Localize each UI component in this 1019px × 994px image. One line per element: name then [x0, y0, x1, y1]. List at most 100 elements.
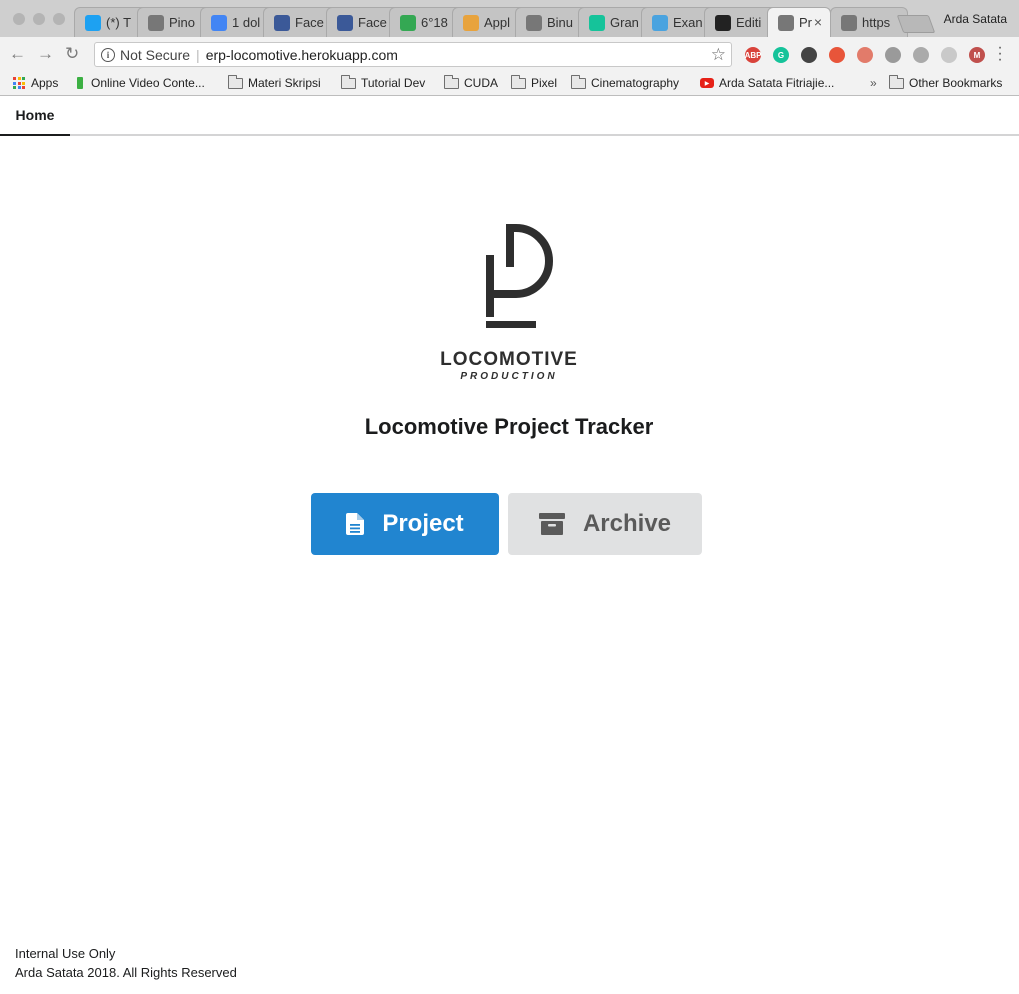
other-bookmarks-label: Other Bookmarks — [909, 76, 1003, 90]
youtube-icon: ▶ — [700, 78, 714, 88]
bookmark-label: Pixel — [531, 76, 558, 90]
tab-title: Pino — [169, 15, 196, 30]
ext-m-icon[interactable]: M — [969, 47, 985, 63]
adblock-icon[interactable]: ABP — [745, 47, 761, 63]
bookmark-item[interactable]: Apps — [13, 76, 58, 90]
top-menu: Home — [0, 96, 1019, 136]
grammarly-icon — [589, 14, 605, 31]
footer-notice: Internal Use Only — [15, 946, 116, 961]
twitter-icon — [85, 14, 101, 31]
tab-title: (*) T — [106, 15, 132, 30]
folder-icon — [443, 74, 459, 89]
other-bookmarks[interactable]: Other Bookmarks — [888, 74, 1003, 90]
bookmark-item[interactable]: CUDA — [443, 74, 499, 90]
back-arrow-icon[interactable]: ← — [9, 45, 26, 63]
ext-ring-icon[interactable] — [857, 47, 873, 63]
bookmark-item[interactable]: Online Video Conte... — [77, 76, 205, 90]
maps-icon — [400, 14, 416, 31]
folder-icon — [340, 74, 356, 89]
browser-tab[interactable]: https — [830, 7, 908, 37]
tab-title: 1 dol — [232, 15, 261, 30]
bookmark-label: Tutorial Dev — [361, 76, 426, 90]
page-icon — [778, 14, 794, 31]
logo-l-stem — [486, 255, 494, 317]
bookmarks-bar: » Other Bookmarks Apps Online Video Conte… — [0, 72, 1019, 96]
folder-icon — [570, 74, 586, 89]
browser-titlebar: (*) T Pino 1 dol Face Face 6°18 Appl Binu Gran Ex… — [0, 0, 1019, 37]
bookmark-item[interactable]: Materi Skripsi — [227, 74, 321, 90]
archive-button-label: Archive — [582, 510, 672, 537]
tab-title: Face — [358, 15, 387, 30]
bookmark-label: Cinematography — [591, 76, 680, 90]
url-text[interactable]: erp-locomotive.herokuapp.com — [206, 47, 398, 63]
ext-gear-icon[interactable] — [941, 47, 957, 63]
folder-icon — [510, 74, 526, 89]
google-icon — [211, 14, 227, 31]
folder-icon — [888, 74, 904, 89]
ext-dark-icon[interactable] — [801, 47, 817, 63]
bookmark-item[interactable]: ▶ Arda Satata Fitriajie... — [700, 76, 834, 90]
tab-title: Appl — [484, 15, 511, 30]
bookmark-item[interactable]: Pixel — [510, 74, 558, 90]
footer-copyright: Arda Satata 2018. All Rights Reserved — [15, 965, 237, 980]
tab-active[interactable]: Pr × — [767, 7, 831, 37]
bookmark-label: CUDA — [464, 76, 499, 90]
bookmark-label: Materi Skripsi — [248, 76, 321, 90]
bookmark-item[interactable]: Tutorial Dev — [340, 74, 426, 90]
tab-title: 6°18 — [421, 15, 448, 30]
tab-title: Gran — [610, 15, 639, 30]
archive-button[interactable]: Archive — [508, 493, 702, 555]
address-bar[interactable]: i Not Secure | erp-locomotive.herokuapp.… — [94, 42, 732, 67]
page-icon — [841, 14, 857, 31]
tab-title: Binu — [547, 15, 574, 30]
bookmark-label: Apps — [31, 76, 59, 90]
info-icon[interactable]: i — [101, 47, 115, 62]
tab-strip: (*) T Pino 1 dol Face Face 6°18 Appl Binu Gran Ex… — [74, 7, 974, 37]
window-maximize-button[interactable] — [53, 13, 65, 25]
page-content: Home LOCOMOTIVE PRODUCTION Locomotive Pr… — [0, 96, 1019, 994]
tab-title: Exan — [673, 15, 703, 30]
github-icon — [715, 14, 731, 31]
project-button[interactable]: Project — [311, 493, 499, 555]
window-close-button[interactable] — [13, 13, 25, 25]
file-text-icon — [346, 513, 365, 535]
apps-icon — [13, 77, 25, 89]
ext-block-icon[interactable] — [913, 47, 929, 63]
security-label: Not Secure — [120, 46, 191, 63]
nav-home-tab[interactable]: Home — [0, 96, 70, 136]
archive-box-icon — [538, 513, 565, 535]
project-button-label: Project — [382, 510, 464, 537]
tab-title: Pr — [799, 15, 812, 30]
logo-l-base — [486, 321, 536, 328]
grammarly-ext-icon[interactable]: G — [773, 47, 789, 63]
page-title: Locomotive Project Tracker — [364, 414, 654, 439]
bookmark-label: Online Video Conte... — [91, 76, 205, 90]
browser-toolbar: ← → ↻ i Not Secure | erp-locomotive.hero… — [0, 37, 1019, 72]
reload-icon[interactable]: ↻ — [65, 45, 79, 63]
bookmarks-overflow-button[interactable]: » — [870, 76, 877, 90]
forward-arrow-icon[interactable]: → — [37, 45, 54, 63]
page-icon — [526, 14, 542, 31]
battery-icon — [77, 77, 83, 89]
bookmark-item[interactable]: Cinematography — [570, 74, 680, 90]
address-separator: | — [196, 46, 200, 63]
browser-menu-icon[interactable]: · · · — [996, 40, 1004, 68]
tab-title: Editi — [736, 15, 762, 30]
tab-title: Face — [295, 15, 324, 30]
profile-name[interactable]: Arda Satata — [944, 12, 1007, 26]
footer: Internal Use Only Arda Satata 2018. All … — [15, 944, 237, 982]
facebook-icon — [337, 14, 353, 31]
app-icon — [463, 14, 479, 31]
tab-close-icon[interactable]: × — [814, 14, 822, 30]
window-minimize-button[interactable] — [33, 13, 45, 25]
facebook-icon — [274, 14, 290, 31]
ext-red-icon[interactable] — [829, 47, 845, 63]
exam-icon — [652, 14, 668, 31]
logo-p-bowl — [488, 224, 553, 298]
bookmark-star-icon[interactable]: ☆ — [711, 45, 726, 65]
new-tab-button[interactable] — [896, 15, 936, 33]
brand-name: LOCOMOTIVE — [440, 349, 578, 370]
brand-tagline: PRODUCTION — [460, 371, 558, 382]
ext-gray-icon[interactable] — [885, 47, 901, 63]
tab-title: https — [862, 15, 891, 30]
